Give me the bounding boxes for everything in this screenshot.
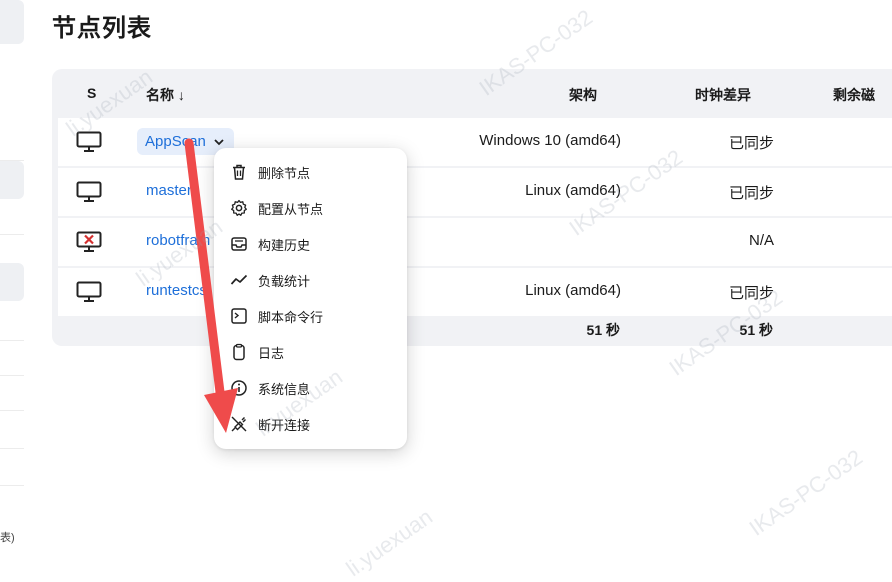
- node-context-menu: 删除节点 配置从节点 构建历史 负载统计 脚本命令行 日志 系统信息 断开连接: [214, 148, 407, 449]
- sidebar-divider: [0, 340, 24, 341]
- node-clock: 已同步: [728, 135, 774, 152]
- node-name-link[interactable]: AppScan: [145, 133, 206, 150]
- node-arch: Linux (amd64): [525, 282, 621, 299]
- computer-offline-icon: [76, 231, 102, 252]
- menu-item-label: 配置从节点: [258, 202, 324, 217]
- menu-item-build-history[interactable]: 构建历史: [214, 226, 407, 262]
- trend-chart-icon: [230, 274, 248, 285]
- node-name-link[interactable]: runtestcs: [146, 282, 207, 299]
- node-arch: Linux (amd64): [525, 182, 621, 199]
- sidebar-divider: [0, 485, 24, 486]
- footer-arch-summary: 51 秒: [586, 322, 620, 338]
- sidebar: 表): [0, 0, 24, 572]
- menu-item-label: 断开连接: [258, 418, 311, 433]
- menu-item-disconnect[interactable]: 断开连接: [214, 406, 407, 442]
- column-header-status[interactable]: S: [87, 85, 96, 101]
- node-clock: N/A: [748, 232, 774, 249]
- table-row: runtestcs Linux (amd64) 已同步: [58, 268, 892, 316]
- menu-item-label: 系统信息: [258, 382, 311, 397]
- node-name-link[interactable]: master: [146, 182, 192, 199]
- column-header-arch[interactable]: 架构: [569, 85, 597, 105]
- menu-item-label: 脚本命令行: [258, 310, 324, 325]
- sidebar-item-active[interactable]: [0, 0, 24, 44]
- menu-item-label: 构建历史: [258, 238, 311, 253]
- node-clock: 已同步: [728, 285, 774, 302]
- menu-item-label: 删除节点: [258, 166, 311, 181]
- column-header-clock[interactable]: 时钟差异: [695, 85, 751, 105]
- clipboard-icon: [233, 343, 245, 361]
- watermark: li.yuexuan: [341, 503, 438, 582]
- table-header: S 名称 ↓ 架构 时钟差异 剩余磁: [52, 69, 892, 117]
- sidebar-divider: [0, 448, 24, 449]
- sidebar-divider: [0, 234, 24, 235]
- column-header-name[interactable]: 名称 ↓: [146, 85, 185, 105]
- sidebar-divider: [0, 410, 24, 411]
- gear-icon: [231, 199, 247, 216]
- info-icon: [231, 380, 247, 396]
- sidebar-footer-text: 表): [0, 532, 15, 544]
- menu-item-label: 负载统计: [258, 274, 311, 289]
- disconnect-icon: [231, 416, 247, 432]
- sidebar-divider: [0, 375, 24, 376]
- column-header-remaining[interactable]: 剩余磁: [833, 85, 875, 105]
- computer-icon: [76, 281, 102, 302]
- computer-icon: [76, 181, 102, 202]
- computer-icon: [76, 131, 102, 152]
- menu-item-system-info[interactable]: 系统信息: [214, 370, 407, 406]
- menu-item-configure-agent[interactable]: 配置从节点: [214, 190, 407, 226]
- sidebar-item[interactable]: [0, 263, 24, 301]
- menu-item-log[interactable]: 日志: [214, 334, 407, 370]
- menu-item-label: 日志: [258, 346, 285, 361]
- menu-item-load-statistics[interactable]: 负载统计: [214, 262, 407, 298]
- table-row: AppScan Windows 10 (amd64) 已同步: [58, 118, 892, 166]
- chevron-down-icon[interactable]: [212, 135, 226, 149]
- node-clock: 已同步: [728, 185, 774, 202]
- page-title: 节点列表: [52, 15, 152, 42]
- node-name-link[interactable]: robotfram: [146, 232, 210, 249]
- terminal-icon: [231, 308, 247, 324]
- node-arch: Windows 10 (amd64): [479, 132, 621, 149]
- menu-item-script-console[interactable]: 脚本命令行: [214, 298, 407, 334]
- watermark: IKAS-PC-032: [744, 444, 868, 541]
- trash-icon: [233, 164, 245, 180]
- table-row: master Linux (amd64) 已同步: [58, 168, 892, 216]
- inbox-icon: [231, 237, 247, 251]
- table-row: robotfram N/A: [58, 218, 892, 266]
- footer-clock-summary: 51 秒: [739, 322, 773, 338]
- nodes-table: S 名称 ↓ 架构 时钟差异 剩余磁 AppScan Windows 10 (a…: [52, 69, 892, 346]
- menu-item-delete-node[interactable]: 删除节点: [214, 154, 407, 190]
- sidebar-item[interactable]: [0, 161, 24, 199]
